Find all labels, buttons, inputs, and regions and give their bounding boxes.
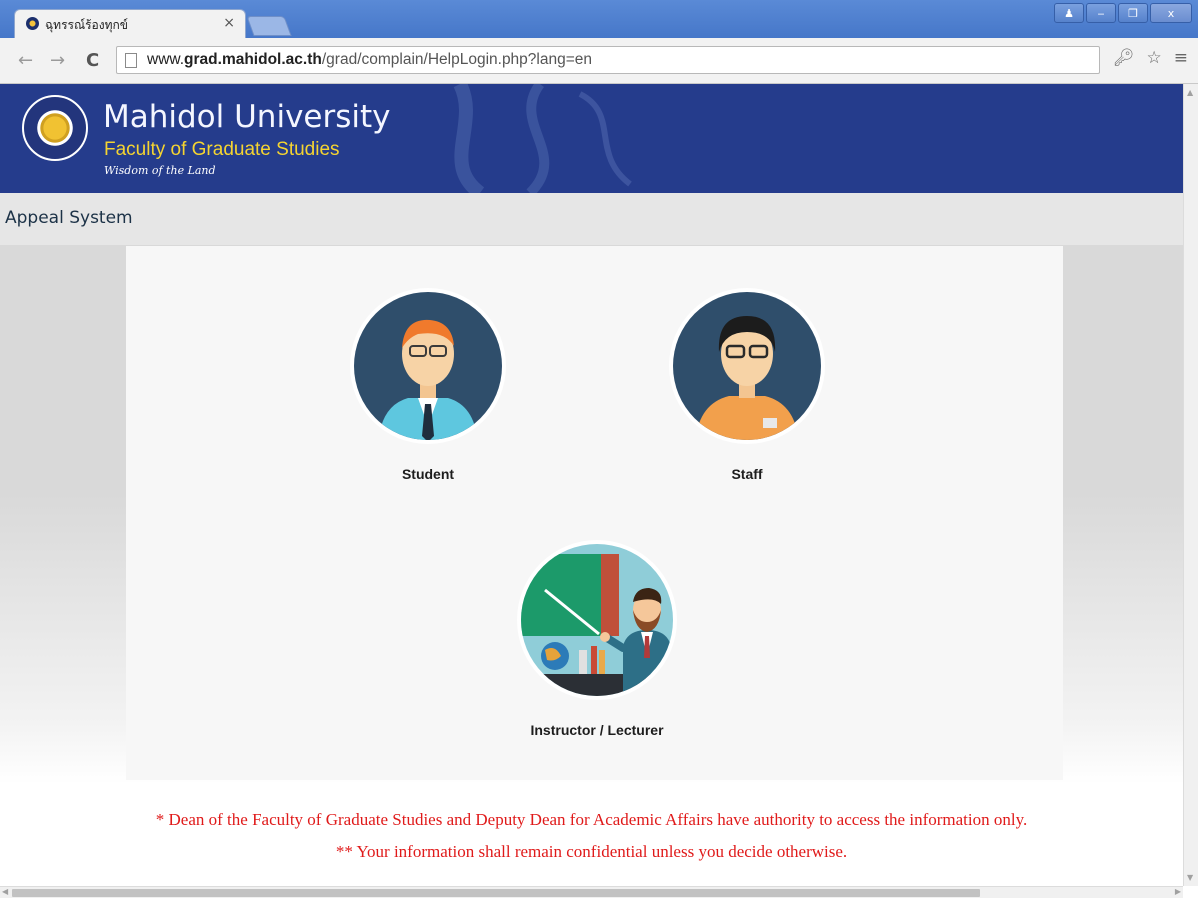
url-text[interactable]: www.grad.mahidol.ac.th/grad/complain/Hel…	[147, 51, 592, 69]
page-title: Appeal System	[5, 208, 133, 228]
faculty-name: Faculty of Graduate Studies	[104, 139, 340, 160]
browser-titlebar: ฉุทรรณ์ร้องทุกข์ × ♟ ‒ ❐ x	[0, 0, 1198, 38]
student-role-link[interactable]: Student	[348, 286, 508, 482]
site-banner: Mahidol University Faculty of Graduate S…	[0, 84, 1183, 193]
key-icon[interactable]: 🔑︎	[1113, 48, 1135, 68]
horizontal-scrollbar[interactable]: ◀ ▶	[0, 886, 1183, 898]
vertical-scrollbar[interactable]: ▲ ▼	[1183, 84, 1198, 886]
back-arrow-icon[interactable]: ←	[18, 50, 33, 71]
page-icon	[125, 53, 137, 68]
staff-role-link[interactable]: Staff	[667, 286, 827, 482]
scroll-right-arrow-icon[interactable]: ▶	[1175, 887, 1181, 896]
browser-tab[interactable]: ฉุทรรณ์ร้องทุกข์ ×	[14, 9, 246, 38]
address-bar[interactable]: www.grad.mahidol.ac.th/grad/complain/Hel…	[116, 46, 1100, 74]
note-confidential: ** Your information shall remain confide…	[335, 842, 848, 861]
close-window-button[interactable]: x	[1150, 3, 1192, 23]
student-avatar-icon	[350, 288, 506, 444]
menu-icon[interactable]: ≡	[1174, 48, 1188, 68]
scroll-up-arrow-icon[interactable]: ▲	[1187, 88, 1193, 97]
reload-icon[interactable]: C	[86, 50, 99, 71]
bookmark-star-icon[interactable]: ☆	[1147, 48, 1162, 68]
minimize-button[interactable]: ‒	[1086, 3, 1116, 23]
student-label[interactable]: Student	[348, 466, 508, 482]
note-authority: * Dean of the Faculty of Graduate Studie…	[155, 810, 1028, 829]
restore-button[interactable]: ❐	[1118, 3, 1148, 23]
access-notes: * Dean of the Faculty of Graduate Studie…	[0, 804, 1183, 868]
new-tab-button[interactable]	[246, 16, 292, 36]
browser-toolbar: ← → C www.grad.mahidol.ac.th/grad/compla…	[0, 38, 1198, 84]
staff-avatar-icon	[669, 288, 825, 444]
motto: Wisdom of the Land	[104, 164, 216, 177]
university-seal-logo	[22, 95, 88, 161]
tab-title: ฉุทรรณ์ร้องทุกข์	[45, 18, 128, 32]
scroll-left-arrow-icon[interactable]: ◀	[2, 887, 8, 896]
instructor-avatar-icon	[517, 540, 677, 700]
instructor-role-link[interactable]: Instructor / Lecturer	[492, 538, 702, 738]
site-favicon-icon	[26, 17, 39, 30]
profile-button[interactable]: ♟	[1054, 3, 1084, 23]
staff-label[interactable]: Staff	[667, 466, 827, 482]
scroll-down-arrow-icon[interactable]: ▼	[1187, 873, 1193, 882]
instructor-label[interactable]: Instructor / Lecturer	[492, 722, 702, 738]
banner-decoration	[453, 84, 632, 193]
page-viewport: Mahidol University Faculty of Graduate S…	[0, 84, 1183, 886]
system-title-bar: Appeal System	[0, 193, 1183, 245]
tab-close-button[interactable]: ×	[223, 15, 235, 31]
role-selection-panel: Student Staff Instructor / Lecturer	[126, 246, 1063, 780]
university-name: Mahidol University	[103, 99, 391, 135]
horizontal-scroll-thumb[interactable]	[12, 889, 980, 897]
forward-arrow-icon[interactable]: →	[50, 50, 65, 71]
